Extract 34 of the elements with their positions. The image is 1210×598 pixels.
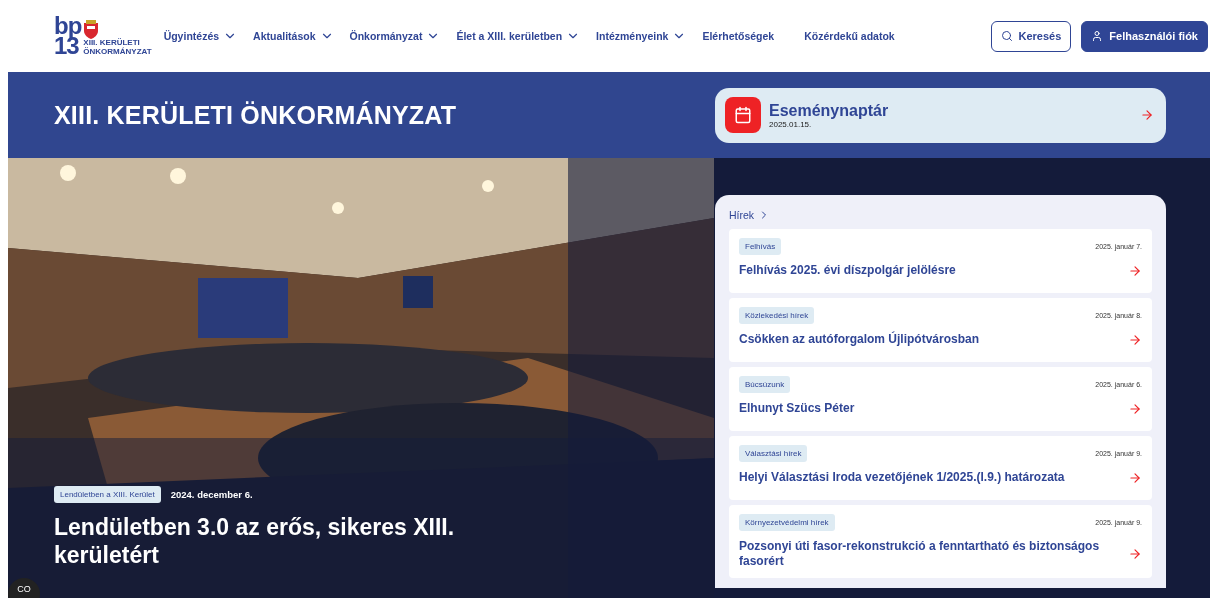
nav-link[interactable]: Önkormányzat [349, 29, 441, 43]
category-tag: Választási hírek [739, 445, 808, 462]
search-button[interactable]: Keresés [990, 20, 1072, 52]
news-title: Csökken az autóforgalom Újlipótvárosban [739, 332, 980, 347]
nav-link[interactable]: Aktualitások [253, 29, 334, 43]
calendar-date: 2025.01.15. [769, 119, 813, 129]
article-headline[interactable]: Lendületben 3.0 az erős, sikeres XIII. kerületért [54, 512, 524, 570]
category-tag: Környezetvédelmi hírek [739, 514, 835, 531]
nav-link[interactable]: Intézményeink [596, 29, 687, 43]
event-calendar-card[interactable]: Eseménynaptár 2025.01.15. [715, 87, 1166, 143]
news-title: Elhunyt Szücs Péter [739, 401, 855, 416]
logo-text: 13 [54, 36, 79, 57]
category-tag: Felhívás [739, 238, 782, 255]
coat-of-arms-icon [83, 18, 100, 39]
page-title: XIII. KERÜLETI ÖNKORMÁNYZAT [54, 100, 457, 130]
article-date: 2024. december 6. [170, 488, 253, 500]
account-button[interactable]: Felhasználói fiók [1081, 20, 1208, 52]
calendar-title: Eseménynaptár [769, 101, 890, 120]
logo-text: ÖNKORMÁNYZAT [83, 47, 152, 57]
nav-link[interactable]: Élet a XIII. kerületben [456, 29, 581, 43]
nav-link[interactable]: Ügyintézés [163, 29, 238, 43]
user-icon [1091, 30, 1104, 42]
category-tag: Közlekedési hírek [739, 307, 815, 324]
logo-text: bp [54, 15, 82, 36]
search-icon [1000, 30, 1013, 42]
news-title: Felhívás 2025. évi díszpolgár jelölésre [739, 263, 956, 278]
calendar-icon [725, 97, 761, 133]
nav-link[interactable]: Elérhetőségek [702, 30, 775, 42]
nav-link[interactable]: Közérdekű adatok [804, 30, 895, 42]
logo-text: XIII. KERÜLETI [83, 38, 140, 47]
news-title: Helyi Választási Iroda vezetőjének 1/2025.(I.9.) határozata [739, 470, 1065, 485]
category-tag: Búcsúzunk [739, 376, 791, 393]
news-title: Pozsonyi úti fasor-rekonstrukció a fenntartható és biztonságos fasorért [739, 539, 1101, 569]
news-heading-link[interactable]: Hírek [729, 209, 1152, 221]
